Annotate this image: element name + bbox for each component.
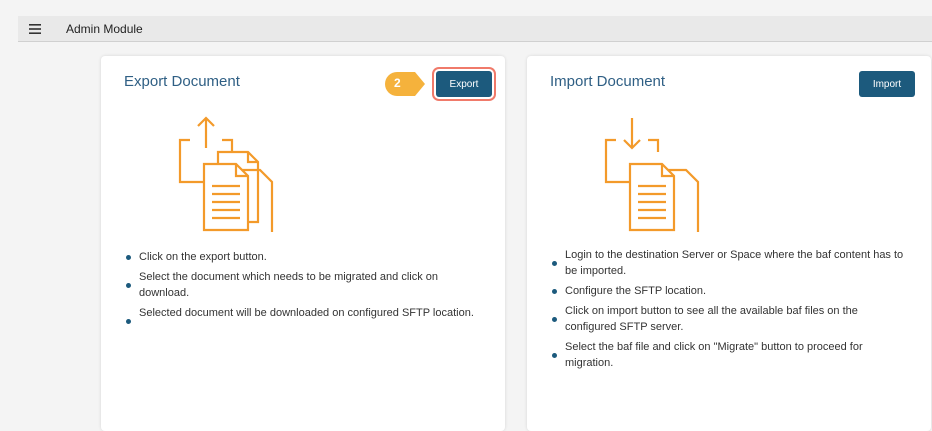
- step-badge-shape: [385, 72, 425, 96]
- list-item: Select the baf file and click on "Migrat…: [549, 339, 909, 371]
- list-item: Select the document which needs to be mi…: [123, 269, 483, 301]
- export-steps-list: Click on the export button. Select the d…: [123, 249, 483, 325]
- import-card-title: Import Document: [550, 73, 666, 90]
- step-number: 2: [394, 76, 401, 90]
- hamburger-menu-button[interactable]: [18, 16, 52, 42]
- page-title: Admin Module: [66, 21, 143, 36]
- list-item: Login to the destination Server or Space…: [549, 247, 909, 279]
- list-item: Configure the SFTP location.: [549, 283, 909, 299]
- export-card-title: Export Document: [124, 73, 240, 90]
- import-document-icon: [604, 118, 700, 232]
- list-item: Click on import button to see all the av…: [549, 303, 909, 335]
- export-document-card: Export Document 2 Export Click on the ex…: [101, 56, 505, 431]
- step-badge: 2: [385, 72, 425, 96]
- main-content: Export Document 2 Export Click on the ex…: [18, 43, 932, 431]
- top-bar: Admin Module: [18, 16, 932, 42]
- import-button[interactable]: Import: [859, 71, 915, 97]
- list-item: Click on the export button.: [123, 249, 483, 265]
- list-item: Selected document will be downloaded on …: [123, 305, 483, 324]
- export-document-icon: [178, 116, 274, 232]
- import-document-card: Import Document Import Login to the dest…: [527, 56, 931, 431]
- export-button[interactable]: Export: [436, 71, 492, 97]
- import-steps-list: Login to the destination Server or Space…: [549, 247, 909, 375]
- hamburger-icon: [29, 23, 41, 34]
